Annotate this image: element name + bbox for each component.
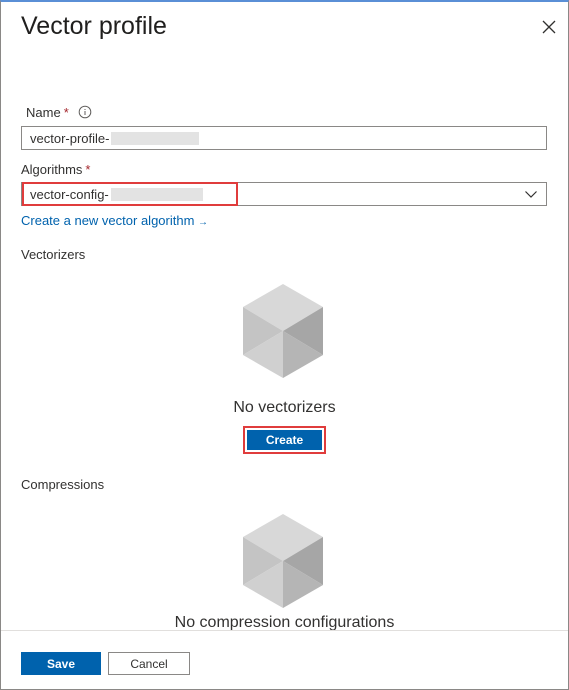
algorithms-select-value: vector-config- (30, 186, 109, 202)
close-button[interactable] (539, 17, 559, 37)
algorithms-select[interactable]: vector-config- (21, 182, 547, 206)
algorithms-label: Algorithms * (21, 162, 91, 177)
save-button[interactable]: Save (21, 652, 101, 675)
vectorizers-section-label: Vectorizers (21, 247, 86, 262)
vectorizers-empty-text: No vectorizers (233, 399, 336, 416)
name-label: Name * (26, 105, 69, 120)
footer-divider (1, 630, 568, 631)
create-vector-algorithm-link[interactable]: Create a new vector algorithm → (21, 213, 208, 228)
create-vectorizer-button[interactable]: Create (247, 430, 322, 450)
name-input-value: vector-profile- (30, 130, 110, 146)
required-mark: * (63, 105, 69, 120)
chevron-down-icon (525, 191, 537, 198)
redacted-text (110, 187, 203, 201)
cancel-button[interactable]: Cancel (108, 652, 190, 675)
cube-icon (243, 284, 323, 378)
panel-title: Vector profile (21, 12, 167, 40)
cube-icon (243, 514, 323, 608)
compressions-section-label: Compressions (21, 477, 105, 492)
info-icon[interactable] (78, 105, 92, 119)
required-mark: * (85, 162, 91, 177)
close-icon (542, 20, 556, 34)
arrow-right-icon: → (198, 217, 209, 228)
name-input[interactable]: vector-profile- (21, 126, 547, 150)
redacted-text (111, 131, 200, 145)
